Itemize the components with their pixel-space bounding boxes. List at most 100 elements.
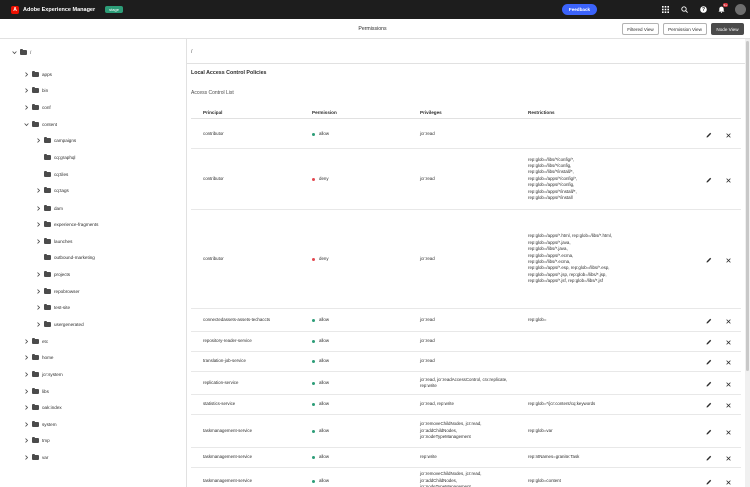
edit-pencil-icon[interactable] [705, 380, 713, 388]
chevron-right-icon[interactable] [35, 271, 41, 277]
edit-pencil-icon[interactable] [705, 478, 713, 486]
chevron-right-icon[interactable] [23, 421, 29, 427]
tree-item[interactable]: tmp [23, 436, 50, 444]
tree-item[interactable]: conf [23, 103, 51, 111]
tree-item[interactable]: campaigns [35, 136, 76, 144]
tree-item[interactable]: content [23, 120, 57, 128]
tree-root-item[interactable]: / [11, 48, 31, 56]
adobe-logo-icon[interactable]: A [11, 5, 19, 14]
close-icon[interactable] [724, 317, 732, 325]
tree-item[interactable]: cq:tiles [35, 170, 68, 178]
close-icon[interactable] [724, 401, 732, 409]
table-row[interactable]: taskmanagement-service allow jcr:removeChi… [191, 415, 741, 448]
chevron-right-icon[interactable] [23, 437, 29, 443]
tree-item[interactable]: cq:graphql [35, 153, 75, 161]
close-icon[interactable] [724, 176, 732, 184]
restrictions-cell: rep:glob=var [528, 415, 553, 447]
chevron-right-icon[interactable] [23, 338, 29, 344]
tree-item[interactable]: experience-fragments [35, 220, 98, 228]
chevron-right-icon[interactable] [35, 321, 41, 327]
tree-item[interactable]: libs [23, 387, 49, 395]
tree-item[interactable]: repobrowser [35, 287, 80, 295]
edit-pencil-icon[interactable] [705, 338, 713, 346]
chevron-right-icon[interactable] [23, 388, 29, 394]
close-icon[interactable] [724, 380, 732, 388]
tree-item[interactable]: home [23, 353, 54, 361]
edit-pencil-icon[interactable] [705, 176, 713, 184]
tree-item[interactable]: dam [35, 204, 63, 212]
close-icon[interactable] [724, 338, 732, 346]
section-title: Local Access Control Policies [191, 70, 267, 76]
edit-pencil-icon[interactable] [705, 317, 713, 325]
chevron-down-icon[interactable] [23, 121, 29, 127]
permission-view-button[interactable]: Permission View [663, 23, 707, 35]
tree-item[interactable]: var [23, 453, 48, 461]
close-icon[interactable] [724, 256, 732, 264]
chevron-right-icon[interactable] [35, 304, 41, 310]
scrollbar-thumb[interactable] [746, 41, 749, 371]
tree-item[interactable]: bin [23, 86, 48, 94]
close-icon[interactable] [724, 358, 732, 366]
tree-item[interactable]: cq:tags [35, 186, 69, 194]
tree-item[interactable]: system [23, 420, 57, 428]
chevron-right-icon[interactable] [23, 354, 29, 360]
avatar[interactable] [735, 4, 746, 15]
table-row[interactable]: statistics-service allow jcr:read, rep:wri… [191, 395, 741, 415]
table-row[interactable]: translation-job-service allow jcr:read [191, 352, 741, 372]
table-row[interactable]: contributor deny jcr:read rep:glob=/libs/*/… [191, 149, 741, 210]
edit-pencil-icon[interactable] [705, 131, 713, 139]
node-view-button[interactable]: Node View [711, 23, 744, 35]
chevron-down-icon[interactable] [11, 49, 17, 55]
apps-grid-icon[interactable] [660, 4, 671, 15]
help-icon[interactable]: ? [698, 4, 709, 15]
tree-item[interactable]: projects [35, 270, 70, 278]
edit-pencil-icon[interactable] [705, 454, 713, 462]
permission-cell: allow [312, 415, 329, 447]
tree-item[interactable]: launches [35, 237, 72, 245]
bell-icon[interactable]: 9+ [716, 3, 728, 15]
tree-item[interactable]: usergenerated [35, 320, 84, 328]
close-icon[interactable] [724, 428, 732, 436]
table-row[interactable]: repository-reader-service allow jcr:read [191, 332, 741, 352]
chevron-right-icon[interactable] [35, 221, 41, 227]
edit-pencil-icon[interactable] [705, 428, 713, 436]
chevron-right-icon[interactable] [23, 71, 29, 77]
table-row[interactable]: connectedassets-assets-techaccts allow jcr… [191, 309, 741, 332]
table-row[interactable]: contributor allow jcr:read [191, 120, 741, 149]
feedback-button[interactable]: Feedback [562, 4, 597, 15]
chevron-right-icon[interactable] [23, 404, 29, 410]
tree-item[interactable]: outbound-marketing [35, 253, 95, 261]
tree-item[interactable]: oak:index [23, 403, 62, 411]
chevron-right-icon[interactable] [35, 238, 41, 244]
filtered-view-button[interactable]: Filtered View [622, 23, 659, 35]
edit-pencil-icon[interactable] [705, 358, 713, 366]
table-row[interactable]: replication-service allow jcr:read, jcr:re… [191, 372, 741, 395]
tree-item[interactable]: etc [23, 337, 48, 345]
edit-pencil-icon[interactable] [705, 401, 713, 409]
tree-item-label: jcr:system [42, 371, 63, 377]
restrictions-cell: rep:ntNames=granite:Task [528, 448, 579, 467]
chevron-right-icon[interactable] [35, 187, 41, 193]
chevron-right-icon[interactable] [35, 137, 41, 143]
tree-item[interactable]: jcr:system [23, 370, 63, 378]
tree-item[interactable]: test-site [35, 303, 70, 311]
close-icon[interactable] [724, 131, 732, 139]
chevron-right-icon[interactable] [23, 454, 29, 460]
tree-item-label: outbound-marketing [54, 254, 95, 260]
tree-item[interactable]: apps [23, 70, 52, 78]
chevron-right-icon[interactable] [35, 288, 41, 294]
app-title[interactable]: Adobe Experience Manager [23, 7, 95, 13]
chevron-right-icon[interactable] [23, 87, 29, 93]
table-row[interactable]: contributor deny jcr:read rep:glob=/apps/*.… [191, 210, 741, 309]
column-header-permission: Permission [312, 110, 337, 115]
table-row[interactable]: taskmanagement-service allow rep:write rep:… [191, 448, 741, 468]
chevron-right-icon[interactable] [23, 104, 29, 110]
close-icon[interactable] [724, 454, 732, 462]
chevron-right-icon[interactable] [23, 371, 29, 377]
scrollbar[interactable] [745, 39, 750, 487]
table-row[interactable]: taskmanagement-service allow jcr:removeChi… [191, 468, 741, 487]
chevron-right-icon[interactable] [35, 205, 41, 211]
edit-pencil-icon[interactable] [705, 256, 713, 264]
close-icon[interactable] [724, 478, 732, 486]
search-icon[interactable] [679, 4, 690, 15]
